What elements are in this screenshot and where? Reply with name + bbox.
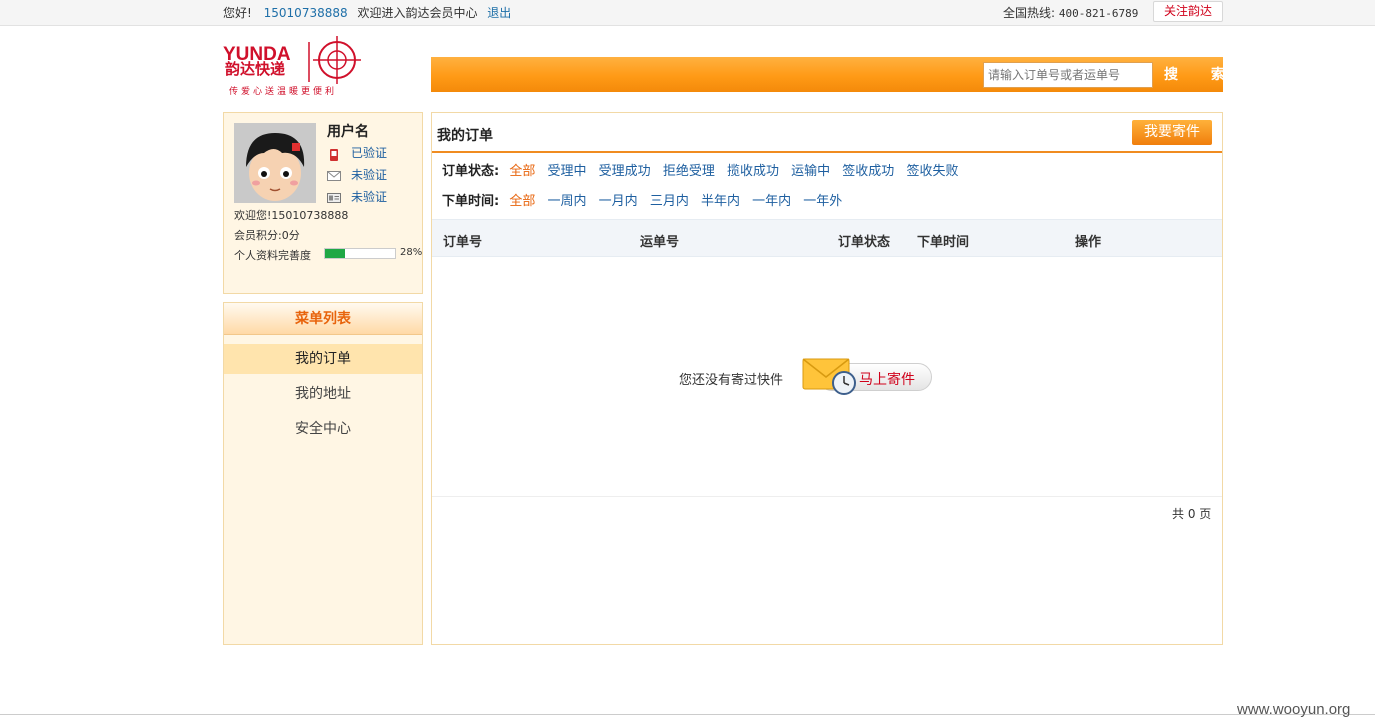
column-actions: 操作 — [1075, 235, 1102, 250]
id-card-icon — [327, 192, 341, 204]
username: 用户名 — [327, 124, 369, 140]
menu-item-my-address[interactable]: 我的地址 — [224, 379, 422, 409]
phone-verify-status: 已验证 — [351, 146, 388, 160]
time-filter-week[interactable]: 一周内 — [548, 194, 587, 209]
follow-button[interactable]: 关注韵达 — [1153, 1, 1223, 22]
search-button[interactable]: 搜 索 — [1157, 62, 1225, 88]
avatar-cartoon-icon — [234, 123, 316, 203]
status-filter-in-transit[interactable]: 运输中 — [791, 164, 830, 179]
time-filter-all[interactable]: 全部 — [509, 194, 535, 209]
envelope-clock-icon — [802, 358, 856, 395]
empty-orders-text: 您还没有寄过快件 — [679, 373, 784, 388]
logo-brand-cn: 韵达快递 — [225, 60, 286, 78]
completeness-bar — [324, 248, 396, 259]
menu-item-my-orders[interactable]: 我的订单 — [224, 344, 422, 374]
yunda-logo[interactable]: YUNDA 韵达快递 传爱心送温暖更便利 — [223, 36, 363, 98]
id-verify-status: 未验证 — [351, 190, 388, 204]
member-points: 会员积分:0分 — [234, 229, 300, 242]
user-phone-link[interactable]: 15010738888 — [264, 6, 348, 20]
phone-verify[interactable]: 已验证 — [327, 144, 387, 162]
column-order-number: 订单号 — [443, 235, 483, 250]
time-filter-half-year[interactable]: 半年内 — [701, 194, 740, 209]
status-filter-signed[interactable]: 签收成功 — [842, 164, 894, 179]
welcome-text: 欢迎进入韵达会员中心 — [357, 6, 478, 20]
search-banner: 搜 索 — [431, 57, 1225, 92]
time-filter-label: 下单时间: — [442, 194, 500, 209]
ship-now-button[interactable]: 马上寄件 — [802, 355, 934, 397]
hotline-number: 400-821-6789 — [1058, 7, 1139, 20]
greeting-text: 您好! — [223, 6, 252, 20]
status-filter-accepted[interactable]: 受理成功 — [599, 164, 651, 179]
footer-divider — [0, 714, 1375, 715]
top-bar-left: 您好! 15010738888 欢迎进入韵达会员中心 退出 — [223, 4, 511, 21]
menu-item-security-center[interactable]: 安全中心 — [224, 414, 422, 444]
status-filter-label: 订单状态: — [442, 164, 500, 179]
time-filter-month[interactable]: 一月内 — [599, 194, 638, 209]
orders-panel: 我的订单 我要寄件 订单状态: 全部 受理中 受理成功 拒绝受理 揽收成功 运输… — [431, 112, 1223, 645]
status-filter-sign-failed[interactable]: 签收失败 — [906, 164, 958, 179]
avatar[interactable] — [234, 123, 316, 203]
watermark: www.wooyun.org — [1237, 701, 1351, 718]
status-filter-picked-up[interactable]: 揽收成功 — [727, 164, 779, 179]
time-filter-three-months[interactable]: 三月内 — [650, 194, 689, 209]
pager-info: 共 0 页 — [1172, 507, 1212, 521]
logout-link[interactable]: 退出 — [487, 6, 511, 20]
completeness-percent: 28% — [400, 247, 423, 258]
profile-panel: 用户名 已验证 未验证 未验证 欢迎您!15010738888 会员积分:0分 … — [223, 112, 423, 294]
time-filter-over-year[interactable]: 一年外 — [803, 194, 842, 209]
status-filter-processing[interactable]: 受理中 — [548, 164, 587, 179]
top-bar: 您好! 15010738888 欢迎进入韵达会员中心 退出 全国热线: 400-… — [0, 0, 1375, 26]
welcome-user: 欢迎您!15010738888 — [234, 209, 349, 222]
hotline: 全国热线: 400-821-6789 — [1003, 4, 1138, 21]
column-order-status: 订单状态 — [838, 235, 891, 250]
status-filter-all[interactable]: 全部 — [509, 164, 535, 179]
completeness-label: 个人资料完善度 — [234, 249, 311, 262]
orders-title: 我的订单 — [437, 128, 493, 144]
column-order-time: 下单时间 — [917, 235, 970, 250]
time-filter: 下单时间: 全部 一周内 一月内 三月内 半年内 一年内 一年外 — [442, 190, 850, 209]
hotline-label: 全国热线: — [1003, 6, 1056, 20]
orders-table-header: 订单号 运单号 订单状态 下单时间 操作 — [432, 219, 1222, 257]
ship-package-button[interactable]: 我要寄件 — [1132, 120, 1212, 145]
status-filter: 订单状态: 全部 受理中 受理成功 拒绝受理 揽收成功 运输中 签收成功 签收失… — [442, 160, 966, 179]
mobile-phone-icon — [327, 148, 341, 161]
completeness-bar-fill — [325, 249, 345, 258]
column-waybill-number: 运单号 — [640, 235, 680, 250]
envelope-icon — [327, 170, 341, 182]
email-verify-status: 未验证 — [351, 168, 388, 182]
menu-panel: 菜单列表 我的订单 我的地址 安全中心 — [223, 302, 423, 645]
table-footer-divider — [432, 496, 1222, 497]
status-filter-rejected[interactable]: 拒绝受理 — [663, 164, 715, 179]
logo-slogan: 传爱心送温暖更便利 — [229, 87, 338, 97]
email-verify[interactable]: 未验证 — [327, 166, 387, 184]
title-divider — [432, 151, 1222, 153]
time-filter-year[interactable]: 一年内 — [752, 194, 791, 209]
ship-now-label: 马上寄件 — [859, 372, 915, 388]
menu-title: 菜单列表 — [224, 303, 422, 335]
search-input[interactable] — [983, 62, 1153, 88]
id-verify[interactable]: 未验证 — [327, 188, 387, 206]
